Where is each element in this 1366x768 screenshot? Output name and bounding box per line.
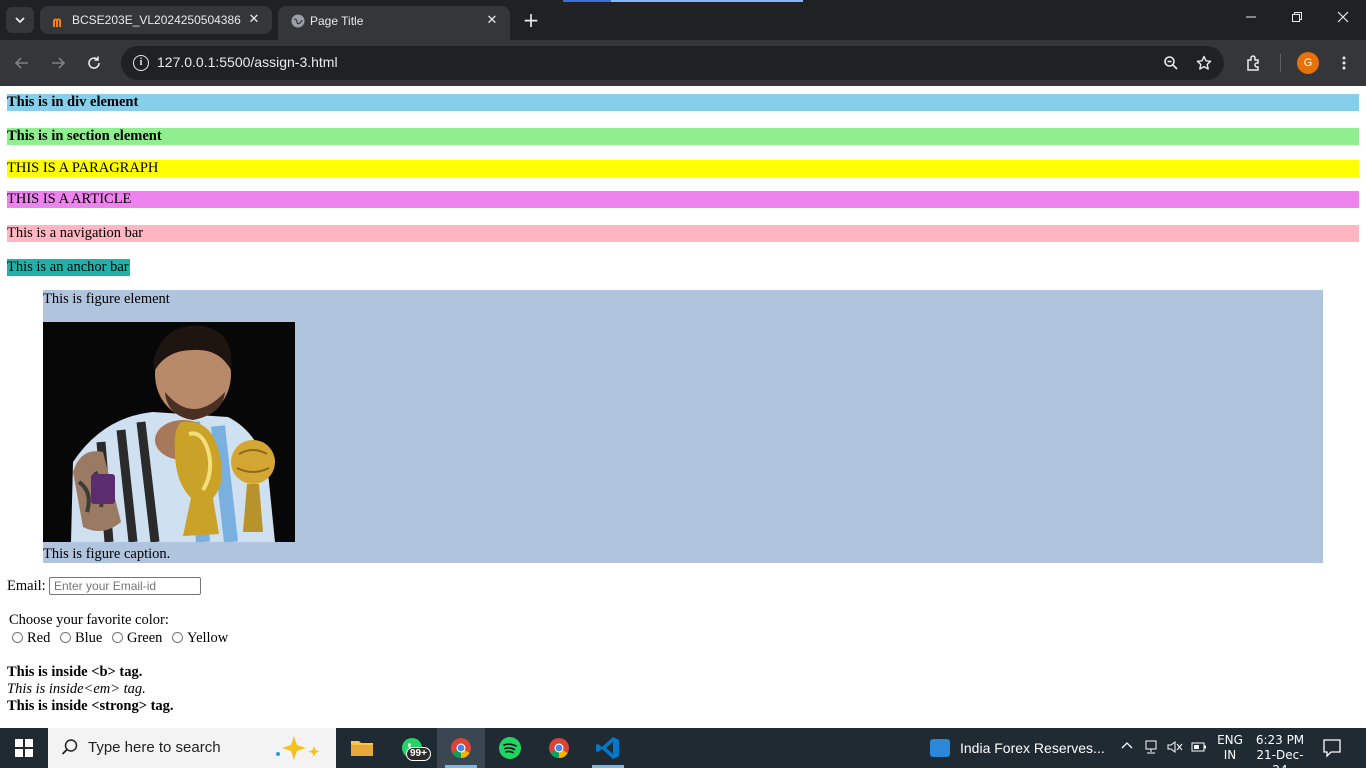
sparkle-icon bbox=[270, 734, 330, 762]
address-bar[interactable]: i 127.0.0.1:5500/assign-3.html bbox=[121, 46, 1224, 80]
taskbar-search-box[interactable]: Type here to search bbox=[48, 728, 336, 768]
reload-button[interactable] bbox=[82, 51, 106, 75]
section-element: This is in section element bbox=[7, 128, 1359, 145]
close-tab-icon[interactable]: ✕ bbox=[484, 12, 500, 28]
clock[interactable]: 6:23 PM 21-Dec-24 bbox=[1250, 733, 1310, 768]
network-icon[interactable] bbox=[1142, 740, 1160, 756]
profile-avatar[interactable]: G bbox=[1297, 52, 1319, 74]
taskbar-spotify[interactable] bbox=[486, 728, 534, 768]
figure-image bbox=[43, 322, 295, 542]
taskbar-file-explorer[interactable] bbox=[338, 728, 386, 768]
forward-button[interactable] bbox=[46, 51, 70, 75]
volume-muted-icon[interactable] bbox=[1166, 740, 1184, 756]
language-indicator[interactable]: ENG IN bbox=[1216, 733, 1244, 763]
chrome-icon bbox=[549, 738, 569, 759]
taskbar-chrome-active[interactable] bbox=[437, 728, 485, 768]
language-code: ENG bbox=[1217, 733, 1243, 747]
radio-label-blue: Blue bbox=[74, 630, 103, 646]
article-element: THIS IS A ARTICLE bbox=[7, 191, 1359, 208]
chevron-down-icon bbox=[15, 17, 25, 24]
anchor-link[interactable]: This is an anchor bar bbox=[7, 259, 130, 276]
news-headline: India Forex Reserves... bbox=[960, 740, 1105, 756]
vscode-icon bbox=[596, 737, 619, 759]
bookmark-star-icon[interactable] bbox=[1193, 52, 1215, 74]
bold-text: This is inside <b> tag. bbox=[7, 664, 143, 680]
taskbar-chrome[interactable] bbox=[535, 728, 583, 768]
radio-red[interactable] bbox=[12, 632, 23, 643]
zoom-icon[interactable] bbox=[1160, 52, 1182, 74]
strong-text: This is inside <strong> tag. bbox=[7, 698, 174, 714]
region-code: IN bbox=[1223, 748, 1237, 762]
notification-icon bbox=[1323, 739, 1341, 758]
search-icon bbox=[60, 738, 80, 758]
loading-progress-bar bbox=[563, 0, 803, 2]
web-page: This is in div element This is in sectio… bbox=[0, 86, 1366, 728]
radio-yellow[interactable] bbox=[172, 632, 184, 643]
figure-element: This is figure element This is figure ca… bbox=[43, 290, 1323, 563]
restore-icon bbox=[1292, 12, 1302, 22]
figure-text: This is figure element bbox=[43, 291, 170, 307]
restore-button[interactable] bbox=[1286, 8, 1308, 30]
close-window-button[interactable] bbox=[1332, 8, 1354, 30]
close-tab-icon[interactable]: ✕ bbox=[246, 11, 262, 27]
taskbar-whatsapp[interactable]: 99+ bbox=[388, 728, 436, 768]
menu-icon[interactable] bbox=[1332, 51, 1356, 75]
moodle-icon bbox=[53, 18, 61, 27]
tab-title: Page Title bbox=[310, 14, 364, 28]
reload-icon bbox=[88, 56, 100, 69]
globe-icon bbox=[291, 14, 305, 28]
tab-strip: BCSE203E_VL2024250504386: D ✕ Page Title… bbox=[0, 0, 1366, 40]
color-radio-group: Red Blue Green Yellow bbox=[11, 629, 233, 647]
color-question: Choose your favorite color: bbox=[9, 612, 169, 628]
forward-arrow-icon bbox=[52, 57, 66, 69]
taskbar-vscode[interactable] bbox=[584, 728, 632, 768]
radio-label-yellow: Yellow bbox=[187, 630, 229, 646]
news-icon bbox=[930, 739, 950, 757]
search-placeholder: Type here to search bbox=[88, 739, 221, 756]
site-info-icon[interactable]: i bbox=[133, 55, 149, 71]
windows-logo-icon bbox=[15, 739, 33, 757]
url-text[interactable]: 127.0.0.1:5500/assign-3.html bbox=[157, 54, 338, 70]
back-arrow-icon bbox=[14, 57, 28, 69]
clock-date: 21-Dec-24 bbox=[1256, 748, 1304, 768]
folder-icon bbox=[351, 741, 373, 756]
radio-label-green: Green bbox=[127, 630, 163, 646]
email-label: Email: bbox=[7, 578, 46, 594]
close-icon bbox=[1337, 11, 1349, 23]
clock-time: 6:23 PM bbox=[1255, 733, 1305, 747]
player-with-trophy-photo bbox=[43, 322, 295, 542]
nav-element: This is a navigation bar bbox=[7, 225, 1359, 242]
news-widget[interactable]: India Forex Reserves... bbox=[930, 728, 1110, 768]
toolbar-divider bbox=[1280, 54, 1281, 72]
radio-label-red: Red bbox=[27, 630, 51, 646]
figure-caption: This is figure caption. bbox=[43, 546, 171, 562]
tab-bcse203e[interactable]: BCSE203E_VL2024250504386: D ✕ bbox=[40, 6, 272, 34]
radio-blue[interactable] bbox=[59, 632, 71, 643]
back-button[interactable] bbox=[10, 51, 34, 75]
minimize-icon bbox=[1246, 16, 1256, 18]
paragraph-element: THIS IS A PARAGRAPH bbox=[7, 160, 1359, 177]
chevron-up-icon[interactable] bbox=[1118, 740, 1136, 756]
radio-green[interactable] bbox=[112, 632, 123, 643]
extensions-icon[interactable] bbox=[1242, 51, 1266, 75]
new-tab-button[interactable]: + bbox=[520, 9, 542, 31]
email-input[interactable] bbox=[49, 577, 201, 595]
whatsapp-badge: 99+ bbox=[406, 747, 431, 761]
minimize-button[interactable] bbox=[1240, 8, 1262, 30]
browser-toolbar: i 127.0.0.1:5500/assign-3.html G bbox=[0, 40, 1366, 86]
battery-icon[interactable] bbox=[1190, 740, 1208, 756]
emphasis-text: This is inside<em> tag. bbox=[7, 681, 146, 697]
tab-page-title[interactable]: Page Title ✕ bbox=[278, 6, 510, 40]
div-element: This is in div element bbox=[7, 94, 1359, 111]
spotify-icon bbox=[499, 737, 521, 759]
taskbar: Type here to search 99+ India Forex Rese… bbox=[0, 728, 1366, 768]
notification-center-button[interactable] bbox=[1322, 738, 1344, 758]
tab-title: BCSE203E_VL2024250504386: D bbox=[72, 13, 242, 27]
start-button[interactable] bbox=[0, 728, 48, 768]
chrome-icon bbox=[451, 738, 471, 759]
tab-search-button[interactable] bbox=[6, 7, 34, 33]
